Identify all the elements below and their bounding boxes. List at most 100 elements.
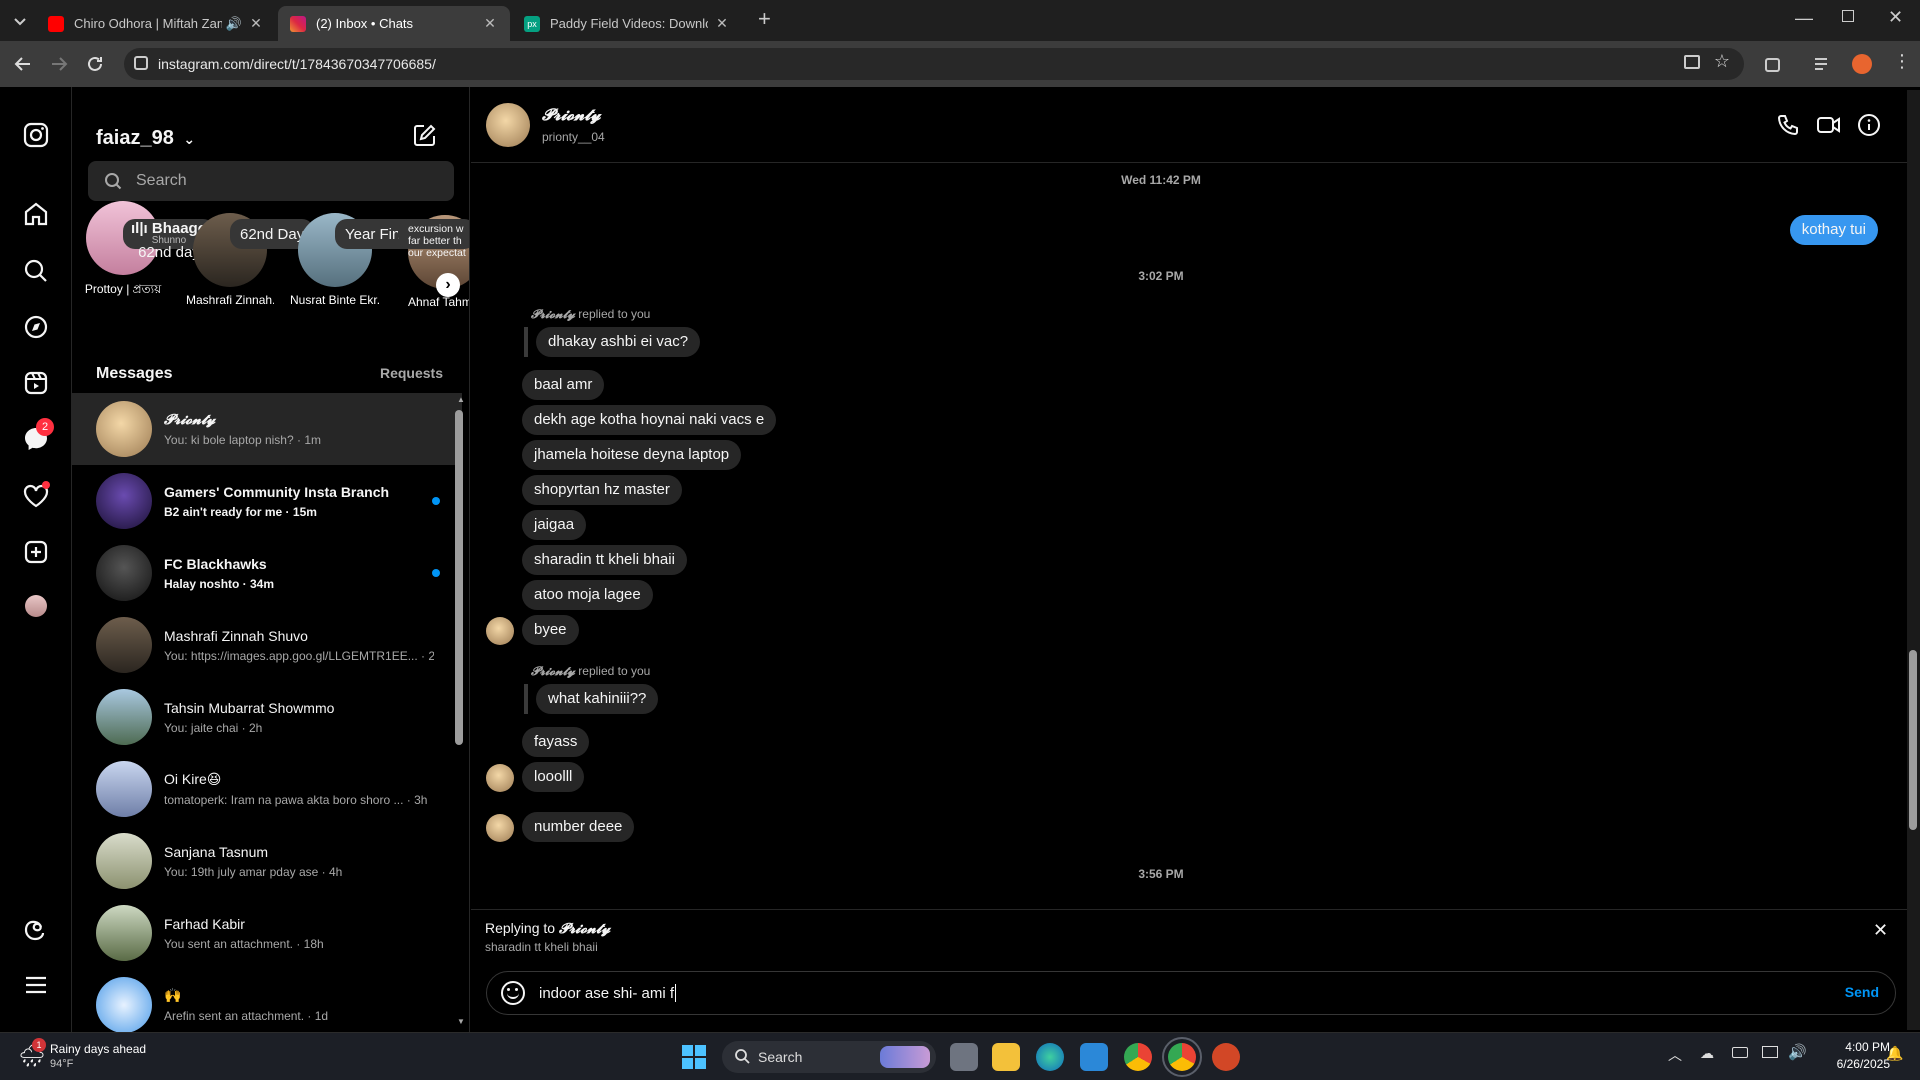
- received-message-bubble[interactable]: baal amr: [522, 370, 605, 400]
- weather-widget[interactable]: 🌧 1 Rainy days ahead 94°F: [18, 1038, 218, 1075]
- received-message-bubble[interactable]: fayass: [522, 727, 590, 757]
- network-icon[interactable]: [1762, 1046, 1778, 1058]
- avatar[interactable]: [486, 764, 514, 792]
- note-item[interactable]: excursion w far better th our expectat A…: [398, 215, 469, 309]
- messages-icon[interactable]: 2: [22, 418, 54, 453]
- received-message-bubble[interactable]: jhamela hoitese deyna laptop: [522, 440, 742, 470]
- browser-menu-icon[interactable]: ⋮: [1893, 51, 1911, 72]
- file-explorer-icon[interactable]: [992, 1043, 1020, 1071]
- received-message-bubble[interactable]: dekh age kotha hoynai naki vacs e: [522, 405, 777, 435]
- menu-icon[interactable]: [22, 971, 50, 999]
- message-composer[interactable]: indoor ase shi- ami f Send: [486, 971, 1896, 1015]
- note-item[interactable]: Year Final 😭 Nusrat Binte Ekr...: [290, 213, 444, 307]
- media-control-icon[interactable]: [1812, 53, 1834, 75]
- chrome-profile-icon[interactable]: [1162, 1037, 1202, 1077]
- list-scroll-up-icon[interactable]: ▲: [457, 395, 465, 404]
- taskbar-search[interactable]: Search: [722, 1041, 936, 1073]
- conversation-row[interactable]: 🙌 Arefin sent an attachment. · 1d: [72, 969, 462, 1032]
- task-view-icon[interactable]: [950, 1043, 978, 1071]
- sent-message-bubble[interactable]: kothay tui: [1789, 215, 1878, 245]
- edge-browser-icon[interactable]: [1036, 1043, 1064, 1071]
- received-message-bubble[interactable]: atoo moja lagee: [522, 580, 653, 610]
- microsoft-store-icon[interactable]: [1080, 1043, 1108, 1071]
- tab-search-chevron-icon[interactable]: [9, 10, 31, 32]
- site-info-icon[interactable]: [134, 56, 148, 70]
- conversation-row[interactable]: Farhad Kabir You sent an attachment. · 18…: [72, 897, 462, 969]
- voice-call-icon[interactable]: [1776, 113, 1800, 137]
- close-window-button[interactable]: ✕: [1888, 7, 1903, 28]
- notes-next-arrow-icon[interactable]: ›: [436, 273, 460, 297]
- close-tab-icon[interactable]: ✕: [482, 15, 498, 32]
- quoted-message-bubble[interactable]: what kahiniii??: [536, 684, 659, 714]
- conversation-row[interactable]: 𝓟𝓻𝓲𝓸𝓷𝓽𝔂 You: ki bole laptop nish? · 1m: [72, 393, 462, 465]
- forward-icon[interactable]: [48, 53, 70, 75]
- video-call-icon[interactable]: [1816, 113, 1842, 137]
- keyboard-icon[interactable]: [1732, 1047, 1748, 1058]
- close-tab-icon[interactable]: ✕: [248, 15, 264, 32]
- conversation-row[interactable]: FC Blackhawks Halay noshto · 34m: [72, 537, 462, 609]
- threads-icon[interactable]: [22, 915, 50, 943]
- account-switcher[interactable]: faiaz_98 ⌄: [96, 127, 195, 150]
- tab-youtube[interactable]: Chiro Odhora | Miftah Zama 🔊 ✕: [36, 6, 276, 41]
- search-input[interactable]: Search: [88, 161, 454, 201]
- conversation-row[interactable]: Tahsin Mubarrat Showmmo You: jaite chai ·…: [72, 681, 462, 753]
- avatar[interactable]: [486, 617, 514, 645]
- conversation-row[interactable]: Oi Kire😆 tomatoperk: Iram na pawa akta bo…: [72, 753, 462, 825]
- explore-icon[interactable]: [22, 313, 50, 341]
- new-tab-button[interactable]: +: [758, 6, 771, 32]
- chrome-icon[interactable]: [1124, 1043, 1152, 1071]
- create-icon[interactable]: [22, 538, 50, 566]
- received-message-bubble[interactable]: byee: [522, 615, 579, 645]
- contact-name[interactable]: 𝓟𝓻𝓲𝓸𝓷𝓽𝔂: [542, 107, 601, 125]
- clock[interactable]: 4:00 PM 6/26/2025: [1820, 1040, 1890, 1071]
- minimize-button[interactable]: —: [1795, 8, 1813, 29]
- avatar[interactable]: [486, 103, 530, 147]
- new-message-icon[interactable]: [412, 122, 438, 148]
- received-message-bubble[interactable]: number deee: [522, 812, 635, 842]
- onedrive-icon[interactable]: ☁: [1700, 1045, 1714, 1062]
- tab-instagram[interactable]: (2) Inbox • Chats ✕: [278, 6, 510, 41]
- extensions-icon[interactable]: [1762, 53, 1784, 75]
- home-icon[interactable]: [22, 200, 50, 228]
- list-scrollbar[interactable]: [455, 410, 463, 745]
- list-scroll-down-icon[interactable]: ▼: [457, 1017, 465, 1026]
- address-bar[interactable]: instagram.com/direct/t/17843670347706685…: [124, 48, 1744, 80]
- chat-scrollbar[interactable]: [1907, 90, 1920, 1030]
- received-message-bubble[interactable]: sharadin tt kheli bhaii: [522, 545, 687, 575]
- search-icon[interactable]: [22, 257, 50, 285]
- conversation-row[interactable]: Sanjana Tasnum You: 19th july amar pday a…: [72, 825, 462, 897]
- conversation-row[interactable]: Mashrafi Zinnah Shuvo You: https://images…: [72, 609, 462, 681]
- emoji-picker-icon[interactable]: [501, 981, 525, 1005]
- back-icon[interactable]: [12, 53, 34, 75]
- quoted-message-bubble[interactable]: dhakay ashbi ei vac?: [536, 327, 701, 357]
- conversation-info-icon[interactable]: [1857, 113, 1881, 137]
- reload-icon[interactable]: [84, 53, 106, 75]
- profile-avatar[interactable]: [25, 595, 47, 617]
- chat-scroll-thumb[interactable]: [1909, 650, 1917, 830]
- speaker-icon[interactable]: 🔊: [226, 16, 242, 32]
- powerpoint-icon[interactable]: [1212, 1043, 1240, 1071]
- avatar[interactable]: [486, 814, 514, 842]
- received-message-bubble[interactable]: shopyrtan hz master: [522, 475, 682, 505]
- tab-pexels[interactable]: px Paddy Field Videos: Download ✕: [512, 6, 742, 41]
- start-windows-icon[interactable]: [682, 1045, 706, 1069]
- reels-icon[interactable]: [22, 369, 50, 397]
- bookmark-star-icon[interactable]: ☆: [1714, 51, 1730, 72]
- volume-icon[interactable]: 🔊: [1788, 1043, 1807, 1061]
- notification-bell-icon[interactable]: 🔔: [1886, 1045, 1903, 1062]
- install-app-icon[interactable]: [1684, 55, 1700, 69]
- requests-link[interactable]: Requests: [380, 365, 443, 381]
- send-button[interactable]: Send: [1845, 984, 1879, 1000]
- note-item[interactable]: ıl|ı Bhaago Shunno 62nd day Prottoy | প্…: [78, 201, 215, 301]
- conversation-row[interactable]: Gamers' Community Insta Branch B2 ain't r…: [72, 465, 462, 537]
- restore-button[interactable]: [1842, 10, 1854, 22]
- close-tab-icon[interactable]: ✕: [714, 15, 730, 32]
- tray-overflow-icon[interactable]: ︿: [1668, 1045, 1682, 1065]
- received-message-bubble[interactable]: looolll: [522, 762, 585, 792]
- received-message-bubble[interactable]: jaigaa: [522, 510, 587, 540]
- cancel-reply-icon[interactable]: ✕: [1873, 920, 1888, 941]
- instagram-logo-icon[interactable]: [22, 121, 50, 149]
- profile-avatar[interactable]: [1852, 54, 1872, 74]
- notifications-heart-icon[interactable]: [22, 481, 50, 510]
- note-item[interactable]: 62nd Day Mashrafi Zinnah...: [186, 213, 315, 307]
